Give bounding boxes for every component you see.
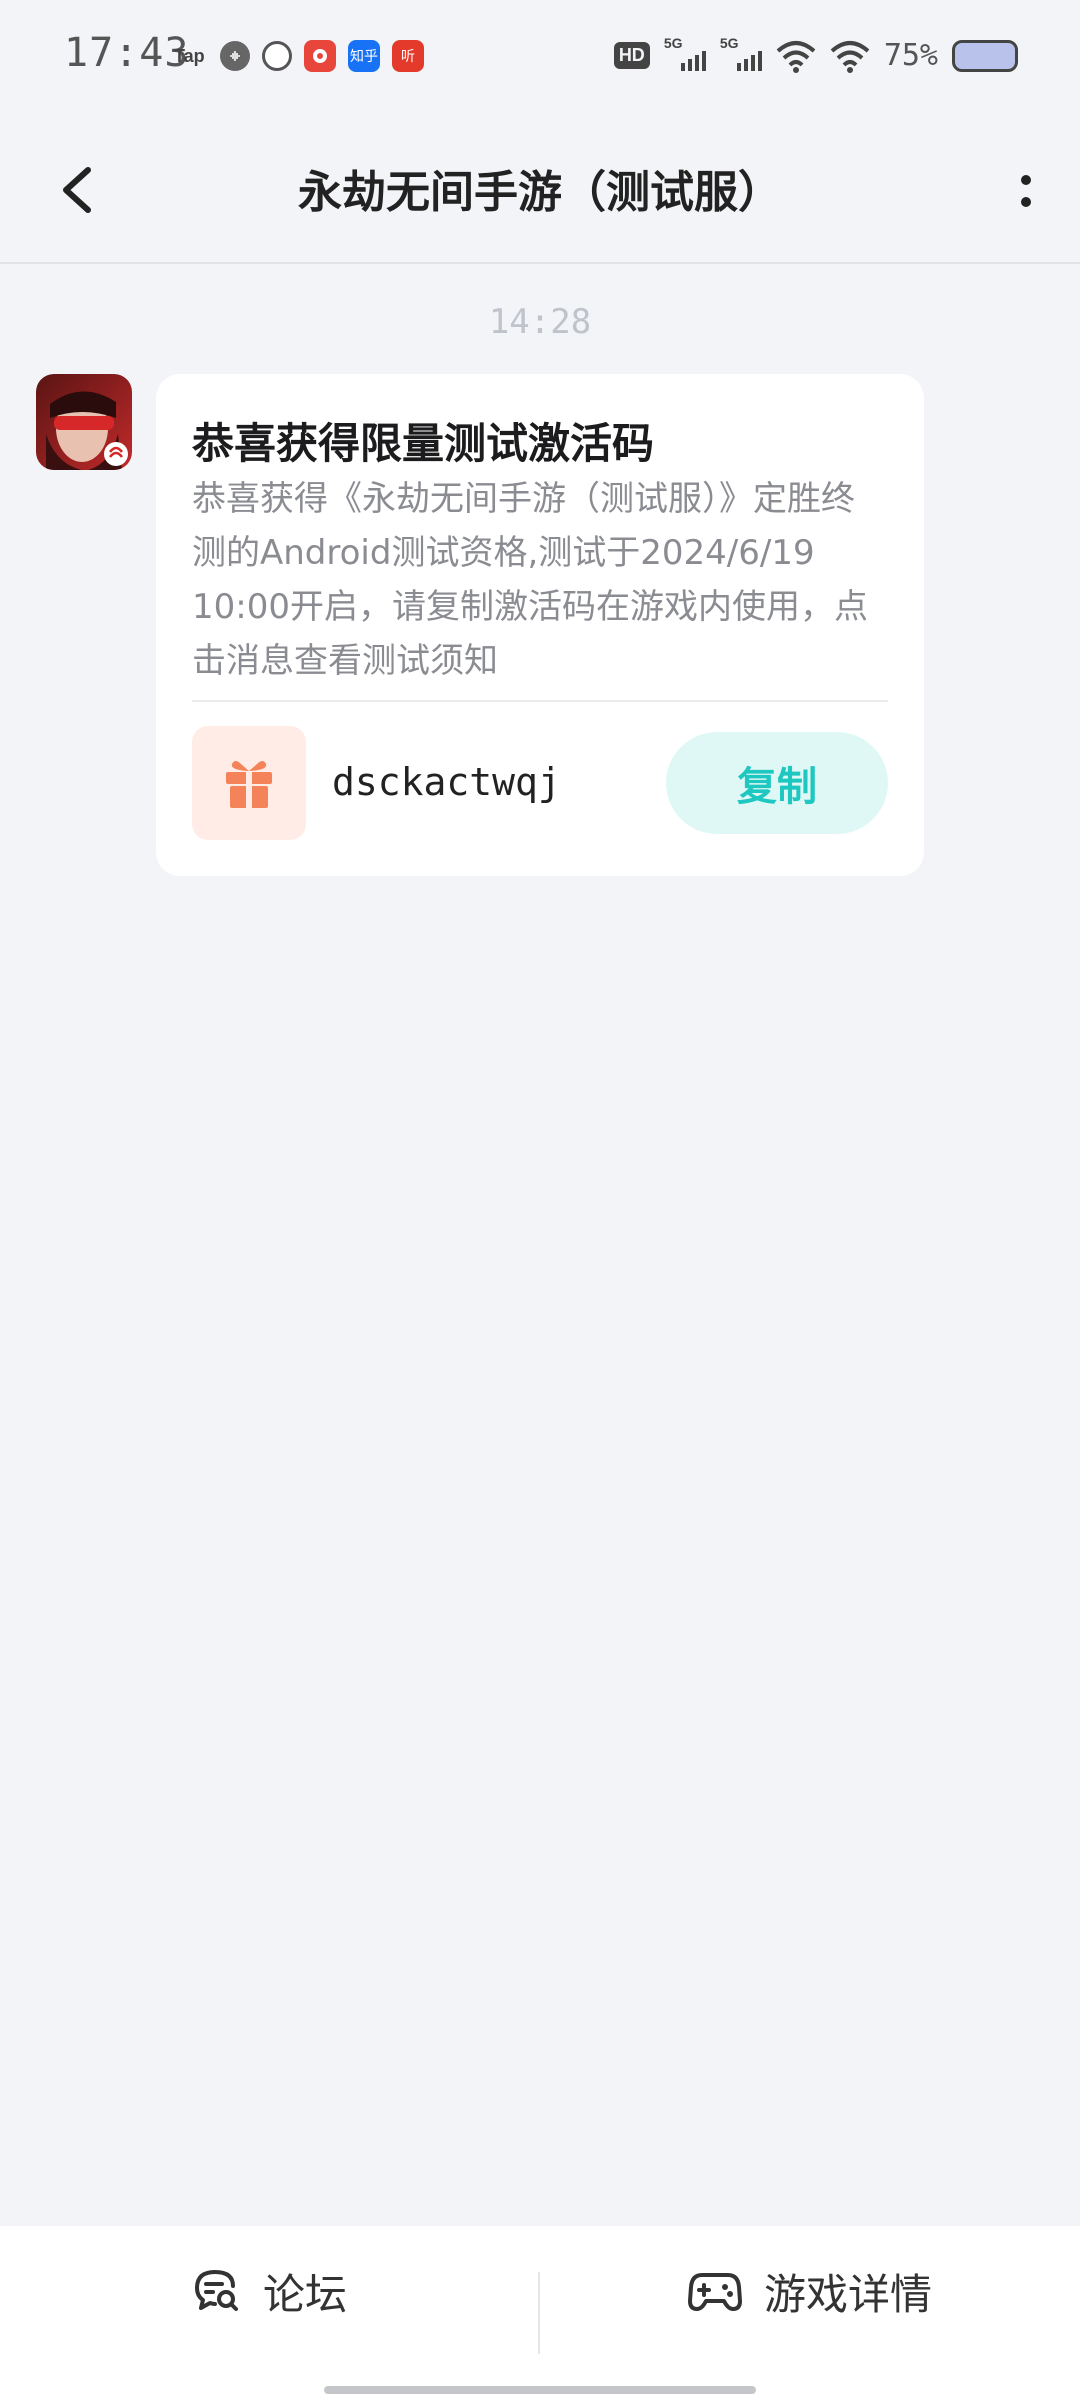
more-dot-icon (1021, 175, 1031, 185)
signal-sim2-icon: 5G (720, 35, 762, 73)
gift-icon (226, 761, 272, 808)
message-card[interactable]: 恭喜获得限量测试激活码 恭喜获得《永劫无间手游（测试服）》定胜终测的Androi… (156, 374, 924, 876)
message-timestamp: 14:28 (488, 302, 592, 342)
hd-icon: HD (613, 42, 650, 69)
bottom-nav: 论坛 游戏详情 (0, 2226, 1080, 2400)
battery-icon (952, 39, 1018, 72)
voice-app-icon (220, 41, 250, 71)
ting-app-icon: 听 (392, 40, 424, 72)
message-body: 恭喜获得《永劫无间手游（测试服）》定胜终测的Android测试资格,测试于202… (192, 479, 868, 681)
taptap-icon: Tap (174, 45, 205, 66)
more-options-button[interactable] (1006, 156, 1046, 226)
tab-forum[interactable]: 论坛 (0, 2226, 538, 2356)
copy-button[interactable]: 复制 (666, 732, 888, 834)
game-details-label: 游戏详情 (763, 2269, 932, 2319)
app-header: 永劫无间手游（测试服） (0, 116, 1080, 264)
divider (192, 700, 888, 702)
forum-label: 论坛 (262, 2269, 347, 2319)
more-dot-icon (1021, 197, 1031, 207)
home-indicator[interactable] (324, 2386, 756, 2394)
signal-sim1-icon: 5G (664, 35, 706, 73)
message-title: 恭喜获得限量测试激活码 (192, 419, 655, 468)
notification-icons: Tap 知乎 听 (174, 40, 424, 72)
tab-game-details[interactable]: 游戏详情 (540, 2226, 1080, 2356)
status-time: 17:43 (64, 30, 190, 76)
activation-code: dsckactwqj (332, 760, 561, 804)
status-bar: 17:43 Tap 知乎 听 HD 5G 5G 75% (0, 0, 1080, 116)
battery-percent: 75% (883, 38, 938, 73)
gamepad-icon (687, 2273, 742, 2311)
page-title: 永劫无间手游（测试服） (298, 167, 782, 218)
wifi-icon (776, 40, 816, 73)
game-avatar[interactable] (36, 374, 132, 470)
gift-icon-box (192, 726, 306, 840)
wifi-icon-2 (830, 40, 870, 73)
zhihu-icon: 知乎 (348, 40, 380, 72)
hand-app-icon (262, 41, 292, 71)
system-icons: HD 5G 5G 75% (613, 35, 1018, 73)
forum-icon (194, 2270, 238, 2311)
pinduoduo-icon (304, 40, 336, 72)
